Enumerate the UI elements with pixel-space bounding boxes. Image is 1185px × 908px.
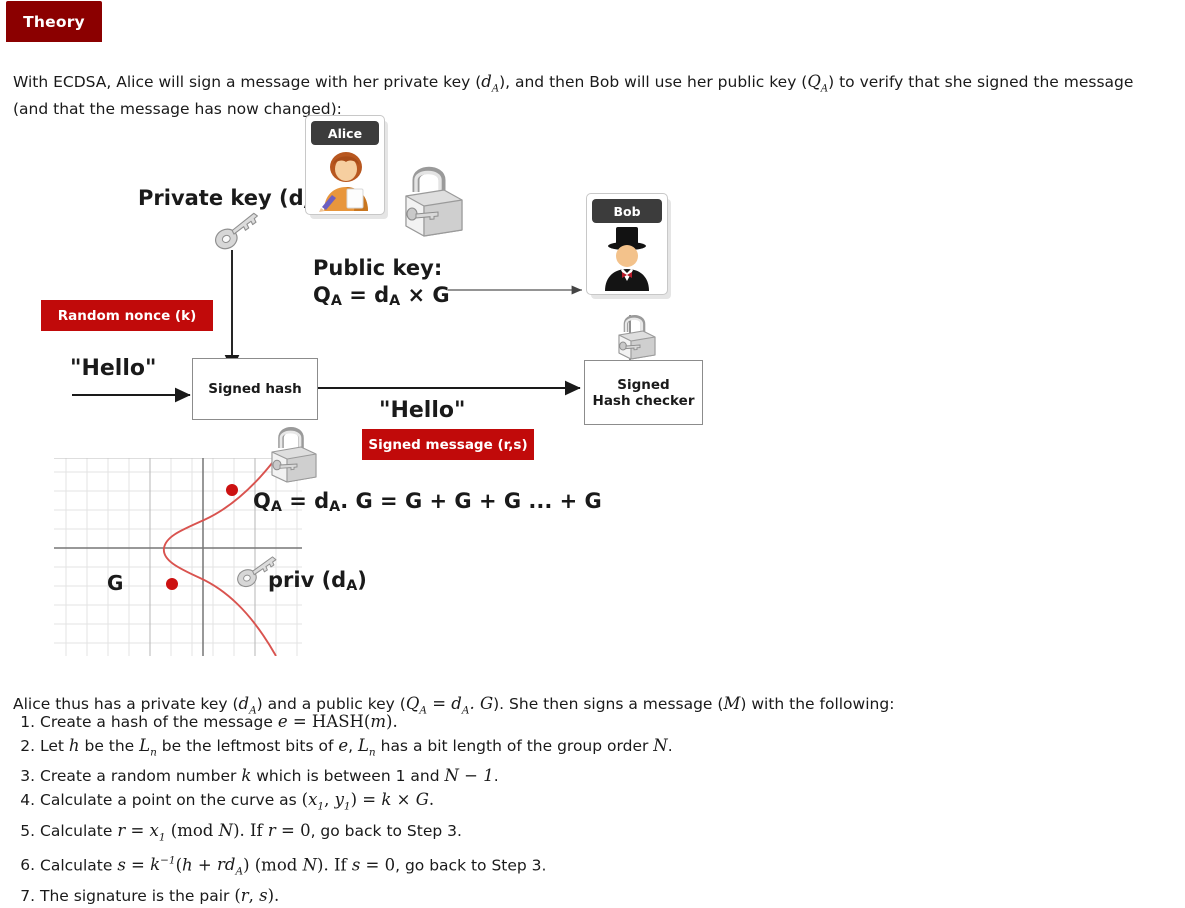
theory-tab[interactable]: Theory: [6, 1, 102, 42]
signed-message-badge-label: Signed message (r,s): [368, 436, 528, 453]
signed-hash-box-label: Signed hash: [208, 381, 302, 397]
step-6-rda: rdA: [217, 855, 244, 878]
bob-avatar: [587, 223, 667, 292]
step-4-y1: y1: [334, 790, 351, 813]
step-4-x1: x1: [308, 790, 325, 813]
curve-point-g-label: G: [107, 571, 124, 595]
step-2-ln-2: Ln: [357, 736, 376, 759]
alice-avatar: [306, 145, 384, 212]
intro-text-part1: With ECDSA, Alice will sign a message wi…: [13, 72, 482, 91]
ecdsa-diagram: Private key (dA) Alice: [0, 100, 1185, 670]
plot-point-qa: [226, 484, 238, 496]
alice-name-label: Alice: [311, 121, 379, 145]
step-7: 7. The signature is the pair (r, s).: [13, 884, 1173, 908]
random-nonce-badge: Random nonce (k): [41, 300, 213, 331]
signed-hash-checker-box: Signed Hash checker: [584, 360, 703, 425]
qa-equation-label: QA = dA. G = G + G + G ... + G: [253, 489, 602, 516]
step-3: 3. Create a random number k which is betw…: [13, 764, 1173, 788]
step-4: 4. Calculate a point on the curve as (x1,…: [13, 788, 1173, 818]
plot-point-g: [166, 578, 178, 590]
padlock-icon-large: [405, 166, 463, 237]
signing-steps-list: 1. Create a hash of the message e = HASH(…: [13, 710, 1173, 908]
step-1: 1. Create a hash of the message e = HASH(…: [13, 710, 1173, 734]
key-icon: [214, 212, 258, 250]
hash-checker-box-label: Signed Hash checker: [592, 376, 695, 409]
alice-card: Alice: [305, 115, 385, 215]
public-key-label: Public key: QA = dA × G: [313, 255, 450, 315]
step-5: 5. Calculate r = x1 (mod N). If r = 0, go…: [13, 819, 1173, 849]
priv-key-label: priv (dA): [268, 568, 367, 595]
step-3-number: 3.: [20, 767, 35, 786]
intro-private-key-symbol: dA: [481, 71, 500, 94]
hello-message-label: "Hello": [379, 398, 466, 423]
padlock-icon-curve: [271, 426, 317, 483]
public-key-line1: Public key:: [313, 256, 443, 280]
bob-card: Bob: [586, 193, 668, 295]
random-nonce-badge-label: Random nonce (k): [57, 307, 197, 324]
step-6: 6. Calculate s = k−1(h + rdA) (mod N). If…: [13, 849, 1173, 884]
intro-text-part2: ), and then Bob will use her public key …: [499, 72, 808, 91]
padlock-icon-small: [618, 314, 656, 360]
signed-message-badge: Signed message (r,s): [362, 429, 534, 460]
step-1-number: 1.: [20, 713, 35, 731]
signed-hash-box: Signed hash: [192, 358, 318, 420]
step-7-number: 7.: [20, 886, 35, 905]
step-2-number: 2.: [20, 737, 35, 755]
step-2-ln-1: Ln: [139, 736, 157, 759]
bob-name-label: Bob: [592, 199, 662, 223]
hello-input-label: "Hello": [70, 356, 157, 381]
public-key-formula: QA = dA × G: [313, 283, 450, 310]
step-6-number: 6.: [20, 856, 35, 875]
theory-tab-label: Theory: [23, 12, 85, 31]
step-2: 2. Let h be the Ln be the leftmost bits o…: [13, 734, 1173, 764]
step-4-number: 4.: [20, 791, 35, 810]
step-6-k-inverse: k−1: [150, 854, 176, 875]
step-5-number: 5.: [20, 821, 35, 840]
intro-public-key-symbol: QA: [807, 71, 829, 94]
step-5-x1: x1: [149, 820, 166, 843]
